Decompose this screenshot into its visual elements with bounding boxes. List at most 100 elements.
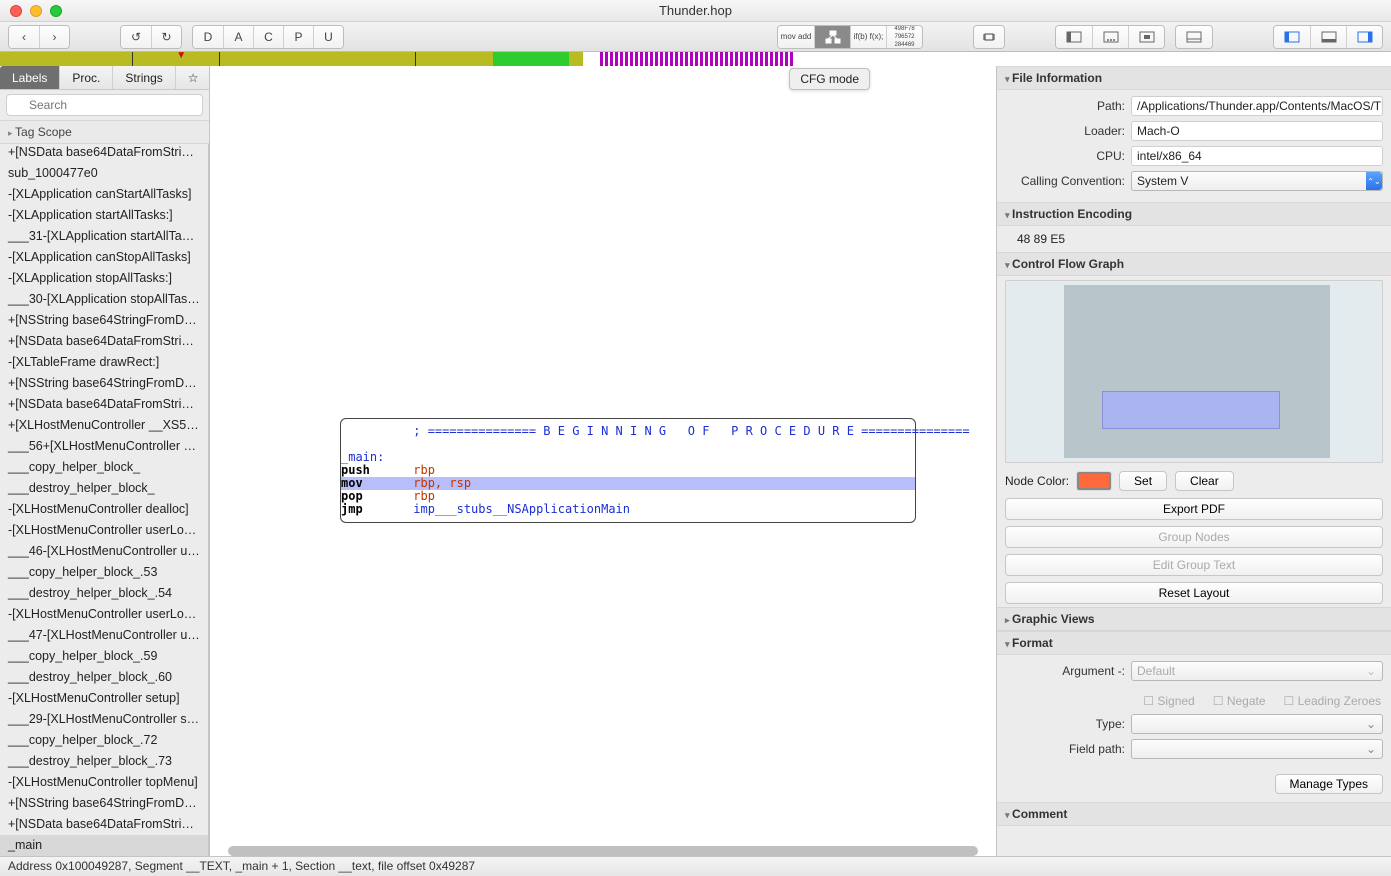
cfg-node[interactable]: ; =============== B E G I N N I N G O F … [340, 418, 916, 523]
list-item[interactable]: +[NSString base64StringFromDat… [0, 373, 208, 394]
list-item[interactable]: ___destroy_helper_block_.60 [0, 667, 208, 688]
type-select[interactable]: ⌄ [1131, 714, 1383, 734]
field-path-select[interactable]: ⌄ [1131, 739, 1383, 759]
list-item[interactable]: -[XLApplication canStopAllTasks] [0, 247, 208, 268]
list-item[interactable]: ___copy_helper_block_.72 [0, 730, 208, 751]
set-button[interactable]: Set [1119, 471, 1167, 491]
reload-cw-button[interactable]: ↻ [151, 26, 181, 48]
list-item[interactable]: -[XLHostMenuController userLogi… [0, 520, 208, 541]
type-label: Type: [1005, 717, 1125, 731]
list-item[interactable]: _main [0, 835, 208, 856]
list-item[interactable]: sub_1000477e0 [0, 163, 208, 184]
cc-label: Calling Convention: [1005, 174, 1125, 188]
list-item[interactable]: -[XLHostMenuController setup] [0, 688, 208, 709]
cfg-mode-tooltip: CFG mode [789, 68, 870, 90]
mode-a-button[interactable]: A [223, 26, 253, 48]
mode-hex-button[interactable]: 498F78 796572 284469 [886, 26, 922, 48]
path-field[interactable]: /Applications/Thunder.app/Contents/MacOS… [1131, 96, 1383, 116]
left-panel: Labels Proc. Strings ☆ 🔍 Tag Scope -[XLT… [0, 66, 210, 856]
navigation-strip[interactable]: ▼ [0, 52, 1391, 66]
toggle-left-panel-button[interactable] [1274, 26, 1310, 48]
reload-ccw-button[interactable]: ↺ [121, 26, 151, 48]
list-item[interactable]: -[XLApplication startAllTasks:] [0, 205, 208, 226]
right-panel: File Information Path: /Applications/Thun… [996, 66, 1391, 856]
list-item[interactable]: ___30-[XLApplication stopAllTask… [0, 289, 208, 310]
cpu-label: CPU: [1005, 149, 1125, 163]
list-item[interactable]: +[NSData base64DataFromString:] [0, 394, 208, 415]
cpu-field[interactable]: intel/x86_64 [1131, 146, 1383, 166]
mode-pseudo-button[interactable]: if(b) f(x); [850, 26, 886, 48]
list-item[interactable]: ___copy_helper_block_.59 [0, 646, 208, 667]
chip-icon [981, 30, 997, 44]
list-item[interactable]: ___destroy_helper_block_.54 [0, 583, 208, 604]
list-item[interactable]: ___destroy_helper_block_ [0, 478, 208, 499]
nav-forward-button[interactable]: › [39, 26, 69, 48]
toggle-right-panel-button[interactable] [1346, 26, 1382, 48]
panel-layout-1-button[interactable] [1056, 26, 1092, 48]
titlebar: Thunder.hop [0, 0, 1391, 22]
manage-types-button[interactable]: Manage Types [1275, 774, 1384, 794]
list-item[interactable]: -[XLApplication stopAllTasks:] [0, 268, 208, 289]
tab-proc[interactable]: Proc. [60, 66, 113, 89]
toggle-bottom-panel-button[interactable] [1310, 26, 1346, 48]
list-item[interactable]: ___47-[XLHostMenuController us… [0, 625, 208, 646]
list-item[interactable]: -[XLHostMenuController userLog… [0, 604, 208, 625]
node-color-swatch[interactable] [1077, 472, 1111, 490]
cc-select[interactable]: System V⌃⌄ [1131, 171, 1383, 191]
list-item[interactable]: ___46-[XLHostMenuController us… [0, 541, 208, 562]
search-input[interactable] [6, 94, 203, 116]
list-item[interactable]: +[NSData base64DataFromString:] [0, 331, 208, 352]
list-item[interactable]: -[XLTableFrame drawRect:] [0, 352, 208, 373]
list-item[interactable]: +[XLHostMenuController __XS5H… [0, 415, 208, 436]
tab-favorites[interactable]: ☆ [176, 66, 212, 89]
mode-d-button[interactable]: D [193, 26, 223, 48]
list-item[interactable]: ___31-[XLApplication startAllTask… [0, 226, 208, 247]
mode-u-button[interactable]: U [313, 26, 343, 48]
section-file-info[interactable]: File Information [997, 66, 1391, 90]
export-pdf-button[interactable]: Export PDF [1005, 498, 1383, 520]
horizontal-scrollbar[interactable] [228, 846, 978, 856]
list-item[interactable]: ___29-[XLHostMenuController set… [0, 709, 208, 730]
list-item[interactable]: +[NSString base64StringFromDat… [0, 310, 208, 331]
list-item[interactable]: -[XLApplication canStartAllTasks] [0, 184, 208, 205]
negate-checkbox: Negate [1213, 694, 1266, 708]
field-path-label: Field path: [1005, 742, 1125, 756]
section-format[interactable]: Format [997, 631, 1391, 655]
section-instruction-encoding[interactable]: Instruction Encoding [997, 202, 1391, 226]
tag-scope-header[interactable]: Tag Scope [0, 120, 209, 144]
mode-cfg-button[interactable] [814, 26, 850, 48]
mode-c-button[interactable]: C [253, 26, 283, 48]
cfg-minimap[interactable] [1005, 280, 1383, 463]
mode-p-button[interactable]: P [283, 26, 313, 48]
panel-layout-3-button[interactable] [1128, 26, 1164, 48]
comment-field[interactable] [1005, 832, 1383, 850]
mode-asm-button[interactable]: mov add [778, 26, 814, 48]
list-item[interactable]: ___copy_helper_block_.53 [0, 562, 208, 583]
list-item[interactable]: +[NSData base64DataFromString:] [0, 144, 208, 163]
section-cfg[interactable]: Control Flow Graph [997, 252, 1391, 276]
path-label: Path: [1005, 99, 1125, 113]
list-item[interactable]: +[NSString base64StringFromDat… [0, 793, 208, 814]
debugger-button[interactable] [974, 26, 1004, 48]
tab-strings[interactable]: Strings [113, 66, 175, 89]
loader-field[interactable]: Mach-O [1131, 121, 1383, 141]
list-item[interactable]: ___destroy_helper_block_.73 [0, 751, 208, 772]
list-item[interactable]: ___56+[XLHostMenuController __… [0, 436, 208, 457]
list-item[interactable]: -[XLHostMenuController topMenu] [0, 772, 208, 793]
clear-button[interactable]: Clear [1175, 471, 1234, 491]
list-item[interactable]: +[NSData base64DataFromString:] [0, 814, 208, 835]
tab-labels[interactable]: Labels [0, 66, 60, 89]
node-color-label: Node Color: [1005, 474, 1069, 488]
section-comment[interactable]: Comment [997, 802, 1391, 826]
status-bar: Address 0x100049287, Segment __TEXT, _ma… [0, 856, 1391, 876]
argument-label: Argument -: [1005, 664, 1125, 678]
list-item[interactable]: ___copy_helper_block_ [0, 457, 208, 478]
nav-back-button[interactable]: ‹ [9, 26, 39, 48]
section-graphic-views[interactable]: Graphic Views [997, 607, 1391, 631]
labels-list[interactable]: -[XLTorrentTask .cxx_destruct]+[NSString… [0, 144, 209, 856]
panel-layout-2-button[interactable] [1092, 26, 1128, 48]
reset-layout-button[interactable]: Reset Layout [1005, 582, 1383, 604]
panel-layout-4-button[interactable] [1176, 26, 1212, 48]
list-item[interactable]: -[XLHostMenuController dealloc] [0, 499, 208, 520]
center-view[interactable]: CFG mode ; =============== B E G I N N I… [210, 66, 996, 856]
